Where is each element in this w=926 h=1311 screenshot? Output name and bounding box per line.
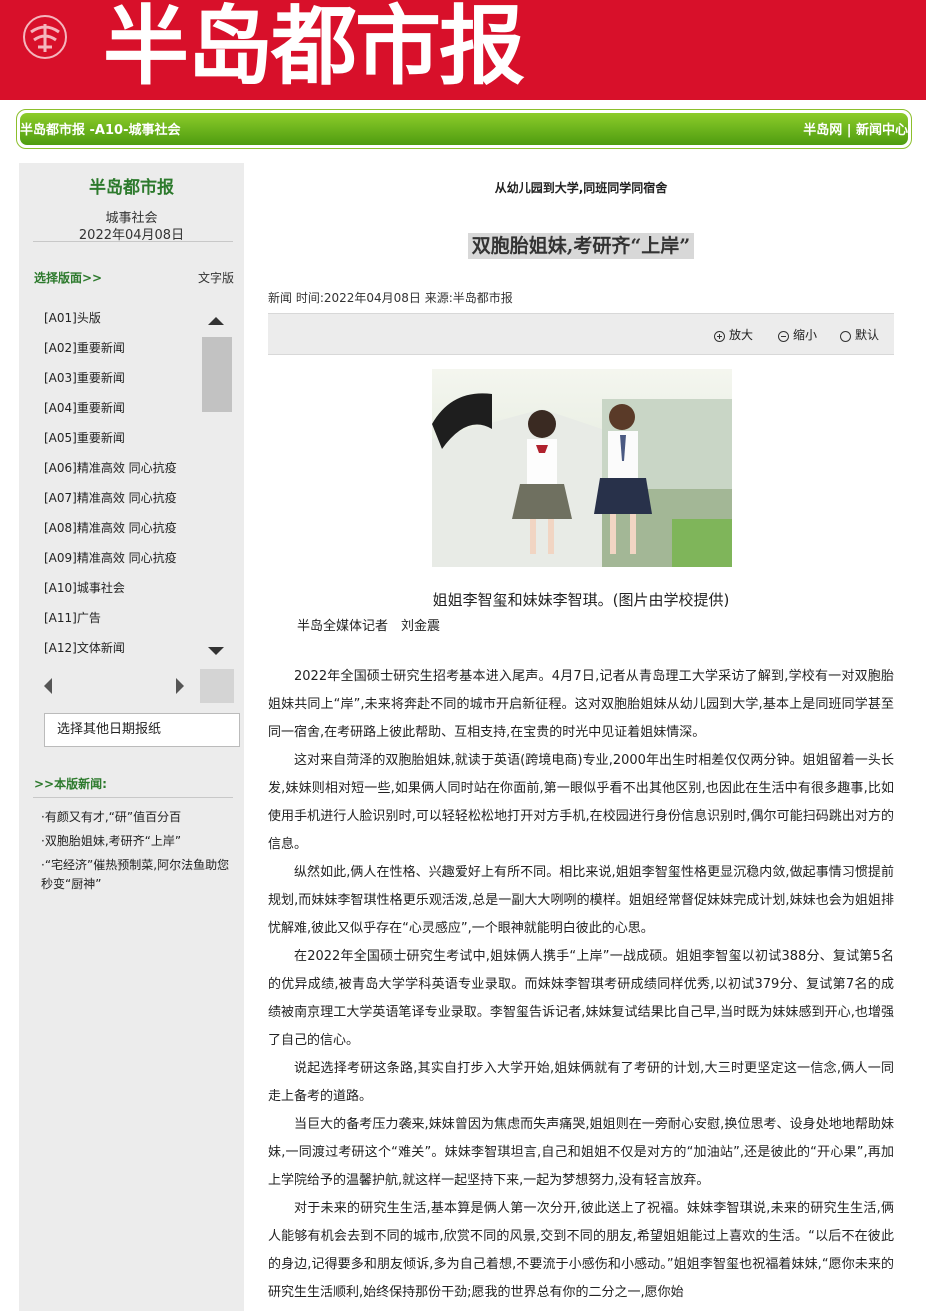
reporter-byline: 半岛全媒体记者 刘金震	[297, 619, 441, 634]
scroll-up-icon[interactable]	[208, 317, 224, 325]
other-date-button[interactable]: 选择其他日期报纸	[44, 713, 240, 747]
news-link[interactable]: ·双胞胎姐妹,考研齐“上岸”	[41, 832, 236, 851]
horizontal-scroll-thumb[interactable]	[200, 669, 234, 703]
text-version-link[interactable]: 文字版	[198, 269, 234, 286]
divider	[33, 797, 233, 798]
article-paragraph: 纵然如此,俩人在性格、兴趣爱好上有所不同。相比来说,姐姐李智玺性格更显沉稳内敛,…	[268, 865, 894, 936]
news-link[interactable]: ·有颜又有才,“研”值百分百	[41, 808, 236, 827]
section-bar: 半岛都市报 -A10-城事社会 半岛网 | 新闻中心	[16, 109, 912, 149]
scroll-left-icon[interactable]	[44, 678, 52, 694]
section-breadcrumb: 半岛都市报 -A10-城事社会	[20, 123, 181, 138]
newspaper-logo-icon	[23, 15, 67, 59]
article-paragraph: 2022年全国硕士研究生招考基本进入尾声。4月7日,记者从青岛理工大学采访了解到…	[268, 669, 894, 740]
zoom-in-icon	[714, 331, 725, 342]
page-link[interactable]: [A02]重要新闻	[44, 338, 204, 368]
zoom-in-label: 放大	[729, 328, 754, 342]
scroll-thumb[interactable]	[202, 337, 232, 412]
zoom-out-icon	[778, 331, 789, 342]
scroll-down-icon[interactable]	[208, 647, 224, 655]
page-link[interactable]: [A04]重要新闻	[44, 398, 204, 428]
scroll-right-icon[interactable]	[176, 678, 184, 694]
default-size-label: 默认	[855, 328, 880, 342]
article-paragraph: 对于未来的研究生生活,基本算是俩人第一次分开,彼此送上了祝福。妹妹李智琪说,未来…	[268, 1201, 894, 1300]
sidebar: 半岛都市报 城事社会 2022年04月08日 选择版面>> 文字版 [A01]头…	[19, 163, 244, 1311]
news-link[interactable]: ·“宅经济”催热预制菜,阿尔法鱼助您秒变“厨神”	[41, 856, 236, 894]
article-paragraph: 当巨大的备考压力袭来,妹妹曾因为焦虑而失声痛哭,姐姐则在一旁耐心安慰,换位思考、…	[268, 1117, 894, 1188]
article-photo	[432, 369, 732, 567]
horizontal-scrollbar[interactable]	[34, 669, 234, 703]
page-link[interactable]: [A01]头版	[44, 308, 204, 338]
page-link[interactable]: [A05]重要新闻	[44, 428, 204, 458]
site-links[interactable]: 半岛网 | 新闻中心	[803, 119, 908, 138]
divider	[33, 241, 233, 242]
page-link[interactable]: [A08]精准高效 同心抗疫	[44, 518, 204, 548]
article-body: 2022年全国硕士研究生招考基本进入尾声。4月7日,记者从青岛理工大学采访了解到…	[268, 663, 894, 1307]
zoom-out-label: 缩小	[793, 328, 818, 342]
select-page-heading: 选择版面>>	[34, 271, 103, 285]
page-link[interactable]: [A06]精准高效 同心抗疫	[44, 458, 204, 488]
page-link[interactable]: [A12]文体新闻	[44, 638, 204, 668]
default-size-button[interactable]: 默认	[840, 326, 879, 343]
page-list: [A01]头版 [A02]重要新闻 [A03]重要新闻 [A04]重要新闻 [A…	[44, 308, 204, 668]
page-news-heading: >>本版新闻:	[34, 777, 107, 791]
photo-caption: 姐姐李智玺和妹妹李智琪。(图片由学校提供)	[432, 591, 730, 609]
page-link[interactable]: [A03]重要新闻	[44, 368, 204, 398]
article-paragraph: 在2022年全国硕士研究生考试中,姐妹俩人携手“上岸”一战成硕。姐姐李智玺以初试…	[268, 949, 894, 1048]
zoom-in-button[interactable]: 放大	[714, 326, 753, 343]
page-link[interactable]: [A11]广告	[44, 608, 204, 638]
page-link[interactable]: [A09]精准高效 同心抗疫	[44, 548, 204, 578]
page-link[interactable]: [A07]精准高效 同心抗疫	[44, 488, 204, 518]
article-paragraph: 说起选择考研这条路,其实自打步入大学开始,姐妹俩就有了考研的计划,大三时更坚定这…	[268, 1061, 894, 1104]
default-size-icon	[840, 331, 851, 342]
page-news-list: ·有颜又有才,“研”值百分百 ·双胞胎姐妹,考研齐“上岸” ·“宅经济”催热预制…	[41, 808, 236, 899]
masthead-title: 半岛都市报	[103, 0, 525, 97]
font-size-toolbar: 放大 缩小 默认	[268, 313, 894, 355]
page-list-scrollbar[interactable]	[201, 307, 232, 663]
masthead: 半岛都市报	[0, 0, 926, 100]
page-link[interactable]: [A10]城事社会	[44, 578, 204, 608]
article-paragraph: 这对来自菏泽的双胞胎姐妹,就读于英语(跨境电商)专业,2000年出生时相差仅仅两…	[268, 753, 894, 852]
article-title: 双胞胎姐妹,考研齐“上岸”	[467, 233, 695, 259]
zoom-out-button[interactable]: 缩小	[778, 326, 817, 343]
article-meta: 新闻 时间:2022年04月08日 来源:半岛都市报	[268, 291, 513, 305]
article-subtitle: 从幼儿园到大学,同班同学同宿舍	[494, 181, 668, 195]
paper-name: 半岛都市报	[89, 178, 174, 198]
